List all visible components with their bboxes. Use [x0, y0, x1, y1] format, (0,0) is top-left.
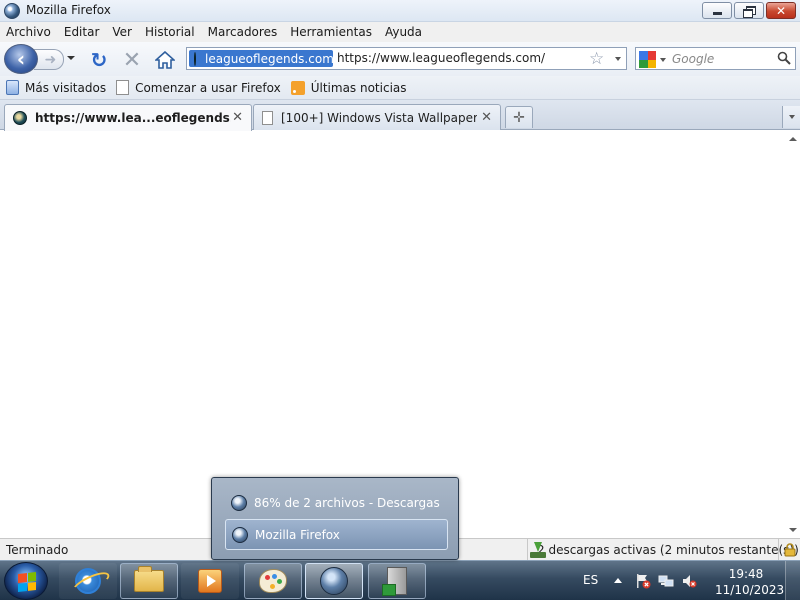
- downloads-status[interactable]: 2 descargas activas (2 minutos restante(…: [527, 539, 799, 560]
- bookmark-label: Comenzar a usar Firefox: [135, 80, 281, 95]
- volume-muted-icon[interactable]: [681, 573, 697, 589]
- site-favicon: [194, 51, 196, 66]
- new-tab-button[interactable]: ✛: [505, 106, 533, 128]
- page-icon: [262, 110, 273, 125]
- tab-list-button[interactable]: [782, 106, 800, 128]
- close-icon: ✕: [775, 3, 787, 18]
- forward-button[interactable]: ➜: [34, 49, 64, 70]
- taskbar: ES 19:48 11/10/2023: [0, 560, 800, 600]
- tab-favicon: [13, 111, 27, 125]
- search-input[interactable]: [672, 50, 772, 67]
- tab-strip: https://www.lea...eoflegends.com/ ✕ [100…: [0, 100, 800, 131]
- url-history-dropdown-icon[interactable]: [615, 57, 621, 61]
- bookmarks-toolbar: Más visitados Comenzar a usar Firefox Úl…: [0, 76, 800, 100]
- network-icon[interactable]: [658, 573, 674, 589]
- tab-label: [100+] Windows Vista Wallpapers | ...: [281, 110, 477, 125]
- bookmark-star-icon[interactable]: ☆: [589, 49, 604, 69]
- tab-close-icon[interactable]: ✕: [481, 110, 492, 125]
- lock-icon: [784, 542, 795, 556]
- page-icon: [116, 80, 130, 95]
- reload-icon[interactable]: ↻: [89, 48, 109, 72]
- firefox-icon: [231, 494, 247, 511]
- taskbar-download-manager[interactable]: [368, 563, 426, 599]
- menu-ver[interactable]: Ver: [112, 25, 132, 39]
- paint-icon: [259, 569, 287, 593]
- system-tray: ES 19:48 11/10/2023: [575, 561, 800, 600]
- tab-vista-wallpapers[interactable]: [100+] Windows Vista Wallpapers | ... ✕: [253, 104, 501, 130]
- window-title: Mozilla Firefox: [26, 3, 111, 17]
- scroll-up-icon[interactable]: [789, 137, 797, 141]
- restore-button[interactable]: [734, 2, 764, 19]
- restore-icon: [743, 5, 756, 18]
- url-text[interactable]: https://www.leagueoflegends.com/: [337, 51, 545, 65]
- minimize-button[interactable]: [702, 2, 732, 19]
- vertical-scrollbar[interactable]: [785, 131, 800, 538]
- start-button[interactable]: [4, 562, 48, 600]
- menu-historial[interactable]: Historial: [145, 25, 195, 39]
- smart-bookmark-icon: [6, 80, 19, 95]
- bookmark-comenzar[interactable]: Comenzar a usar Firefox: [116, 80, 281, 95]
- popup-item-firefox[interactable]: Mozilla Firefox: [225, 519, 448, 550]
- back-arrow-icon: ‹: [16, 47, 26, 71]
- language-indicator[interactable]: ES: [583, 573, 598, 587]
- bookmark-mas-visitados[interactable]: Más visitados: [6, 80, 106, 95]
- search-engine-dropdown-icon[interactable]: [660, 58, 666, 62]
- clock-time[interactable]: 19:48: [715, 567, 777, 581]
- site-identity-button[interactable]: leagueoflegends.com: [189, 50, 334, 67]
- bookmark-ultimas-noticias[interactable]: Últimas noticias: [290, 80, 407, 95]
- status-text: Terminado: [6, 543, 69, 557]
- menu-editar[interactable]: Editar: [64, 25, 100, 39]
- stop-icon[interactable]: ✕: [122, 48, 142, 73]
- menu-ayuda[interactable]: Ayuda: [385, 25, 422, 39]
- downloads-status-text: 2 descargas activas (2 minutos restante(…: [537, 542, 799, 557]
- site-identity-label: leagueoflegends.com: [205, 51, 334, 66]
- taskbar-firefox[interactable]: [305, 563, 363, 599]
- close-button[interactable]: ✕: [766, 2, 796, 19]
- media-player-icon: [198, 569, 222, 593]
- title-bar: Mozilla Firefox ✕: [0, 0, 800, 22]
- scroll-down-icon[interactable]: [789, 528, 797, 532]
- minimize-icon: [712, 12, 722, 15]
- taskbar-media-player[interactable]: [181, 563, 239, 599]
- taskbar-internet-explorer[interactable]: [59, 563, 117, 599]
- bookmark-label: Últimas noticias: [310, 80, 407, 95]
- security-lock[interactable]: [778, 539, 800, 560]
- back-button[interactable]: ‹: [4, 44, 38, 74]
- search-icon[interactable]: [777, 51, 791, 68]
- history-dropdown-icon[interactable]: [67, 56, 75, 60]
- firefox-icon: [232, 526, 248, 543]
- popup-item-descargas[interactable]: 86% de 2 archivos - Descargas: [225, 487, 448, 518]
- forward-arrow-icon: ➜: [44, 51, 57, 68]
- search-bar: [635, 47, 796, 70]
- internet-explorer-icon: [75, 568, 101, 594]
- tab-leagueoflegends[interactable]: https://www.lea...eoflegends.com/ ✕: [4, 104, 252, 131]
- address-bar[interactable]: leagueoflegends.com https://www.leagueof…: [186, 47, 627, 70]
- plus-icon: ✛: [513, 109, 525, 126]
- firefox-icon[interactable]: [4, 3, 20, 19]
- tab-close-icon[interactable]: ✕: [232, 110, 243, 125]
- menu-archivo[interactable]: Archivo: [6, 25, 51, 39]
- home-icon[interactable]: [155, 50, 175, 70]
- taskbar-explorer[interactable]: [120, 563, 178, 599]
- menu-bar: Archivo Editar Ver Historial Marcadores …: [0, 22, 800, 42]
- tab-label: https://www.lea...eoflegends.com/: [35, 111, 231, 125]
- popup-item-label: Mozilla Firefox: [255, 527, 340, 542]
- taskbar-paint[interactable]: [244, 563, 302, 599]
- taskbar-thumbnail-popup: 86% de 2 archivos - Descargas Mozilla Fi…: [211, 477, 459, 560]
- rss-icon: [290, 80, 305, 95]
- action-center-icon[interactable]: [635, 573, 651, 589]
- bookmark-label: Más visitados: [25, 80, 107, 95]
- menu-herramientas[interactable]: Herramientas: [290, 25, 372, 39]
- clock-date[interactable]: 11/10/2023: [715, 583, 784, 597]
- firefox-icon: [320, 567, 348, 595]
- windows-logo-icon: [18, 572, 36, 592]
- download-manager-icon: [382, 567, 407, 596]
- menu-marcadores[interactable]: Marcadores: [208, 25, 278, 39]
- google-icon[interactable]: [639, 51, 656, 68]
- folder-icon: [134, 566, 164, 592]
- show-hidden-icons-icon[interactable]: [614, 578, 622, 583]
- show-desktop-button[interactable]: [785, 561, 800, 600]
- popup-item-label: 86% de 2 archivos - Descargas: [254, 495, 440, 510]
